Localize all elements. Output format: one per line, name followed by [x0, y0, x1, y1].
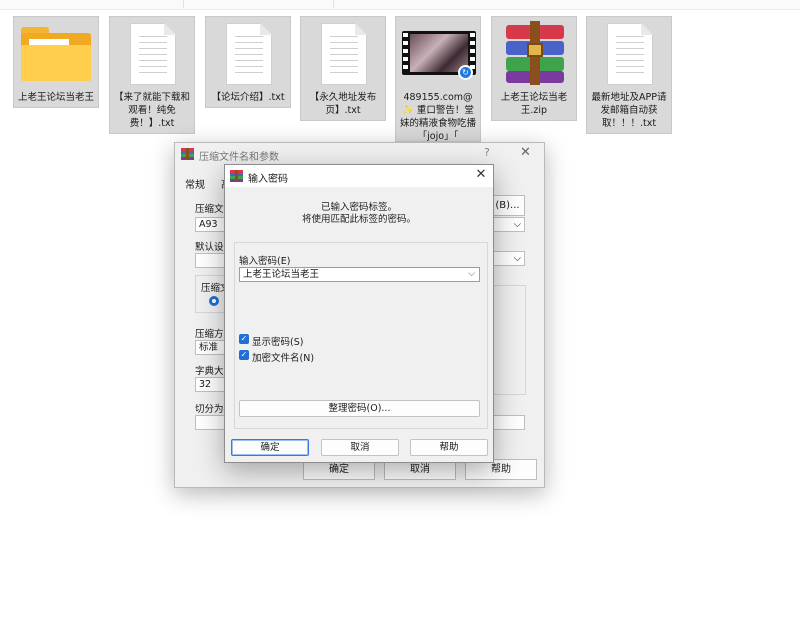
file-item-txt[interactable]: 【来了就能下载和观看！纯免费！】.txt [109, 16, 195, 134]
text-file-icon [110, 17, 194, 89]
method-label: 压缩方 [195, 329, 224, 340]
show-password-label[interactable]: 显示密码(S) [252, 334, 303, 348]
password-label: 输入密码(E) [239, 256, 291, 267]
info-message-line2: 将使用匹配此标签的密码。 [301, 214, 416, 225]
ok-button[interactable]: 确定 [231, 439, 309, 456]
help-button[interactable]: 帮助 [410, 439, 488, 456]
cancel-button[interactable]: 取消 [321, 439, 399, 456]
dialog-title: 输入密码 [248, 174, 288, 185]
update-mode-select[interactable]: ⌵ [490, 217, 525, 232]
text-file-icon [206, 17, 290, 89]
enter-password-dialog: 输入密码 ✕ 已输入密码标签。 将使用匹配此标签的密码。 输入密码(E) 上老王… [224, 164, 494, 463]
encrypt-filenames-label[interactable]: 加密文件名(N) [252, 350, 314, 364]
text-file-icon [301, 17, 385, 89]
set-password-field[interactable] [490, 415, 525, 430]
options-select[interactable]: ⌵ [490, 251, 525, 266]
file-item-zip[interactable]: 上老王论坛当老王.zip [491, 16, 577, 121]
profiles-button[interactable] [195, 253, 225, 268]
browse-button[interactable]: (B)... [490, 195, 525, 216]
file-item-folder[interactable]: 上老王论坛当老王 [13, 16, 99, 108]
close-button[interactable]: ✕ [520, 145, 531, 160]
window-top-strip [0, 0, 800, 10]
chevron-down-icon: ⌵ [513, 219, 521, 230]
file-name: 【论坛介绍】.txt [211, 92, 285, 103]
strip-divider [333, 0, 334, 8]
organize-passwords-button[interactable]: 整理密码(O)... [239, 400, 480, 417]
file-name: 上老王论坛当老王 [17, 92, 94, 103]
show-password-checkbox[interactable]: ✓ [239, 334, 249, 344]
file-name: 最新地址及APP请发邮箱自动获取！！！.txt [591, 92, 667, 129]
method-select[interactable]: 标准 [195, 340, 225, 355]
file-name: 【来了就能下载和观看！纯免费！】.txt [113, 92, 190, 129]
winrar-archive-icon [492, 17, 576, 89]
file-item-txt[interactable]: 最新地址及APP请发邮箱自动获取！！！.txt [586, 16, 672, 134]
close-icon[interactable]: ✕ [473, 167, 489, 183]
dialog-title: 压缩文件名和参数 [199, 152, 279, 163]
encrypt-filenames-checkbox[interactable]: ✓ [239, 350, 249, 360]
winrar-icon [181, 148, 194, 160]
file-item-video[interactable]: ↻ 489155.com@✨ 重口警告！堂妹的精液食物吃播「jojo」「 [395, 16, 481, 142]
chevron-down-icon[interactable]: ⌵ [468, 268, 475, 281]
options-group [490, 285, 526, 395]
dictionary-size-select[interactable]: 32 [195, 377, 225, 392]
strip-divider [183, 0, 184, 8]
format-radio[interactable] [209, 296, 219, 306]
file-item-txt[interactable]: 【永久地址发布页】.txt [300, 16, 386, 121]
sync-icon: ↻ [458, 65, 473, 80]
text-file-icon [587, 17, 671, 89]
winrar-icon [230, 170, 243, 182]
password-value: 上老王论坛当老王 [243, 269, 320, 280]
split-volumes-field[interactable] [195, 415, 225, 430]
help-title-button[interactable]: ? [484, 146, 490, 159]
file-name: 上老王论坛当老王.zip [500, 92, 568, 116]
file-item-txt[interactable]: 【论坛介绍】.txt [205, 16, 291, 108]
tab-general[interactable]: 常规 [185, 176, 205, 191]
file-name: 【永久地址发布页】.txt [309, 92, 377, 116]
password-combobox[interactable]: 上老王论坛当老王 ⌵ [239, 267, 480, 282]
chevron-down-icon: ⌵ [513, 253, 521, 264]
video-thumbnail-icon: ↻ [396, 17, 480, 89]
file-name: 489155.com@✨ 重口警告！堂妹的精液食物吃播「jojo」「 [399, 92, 476, 142]
folder-icon [14, 17, 98, 89]
